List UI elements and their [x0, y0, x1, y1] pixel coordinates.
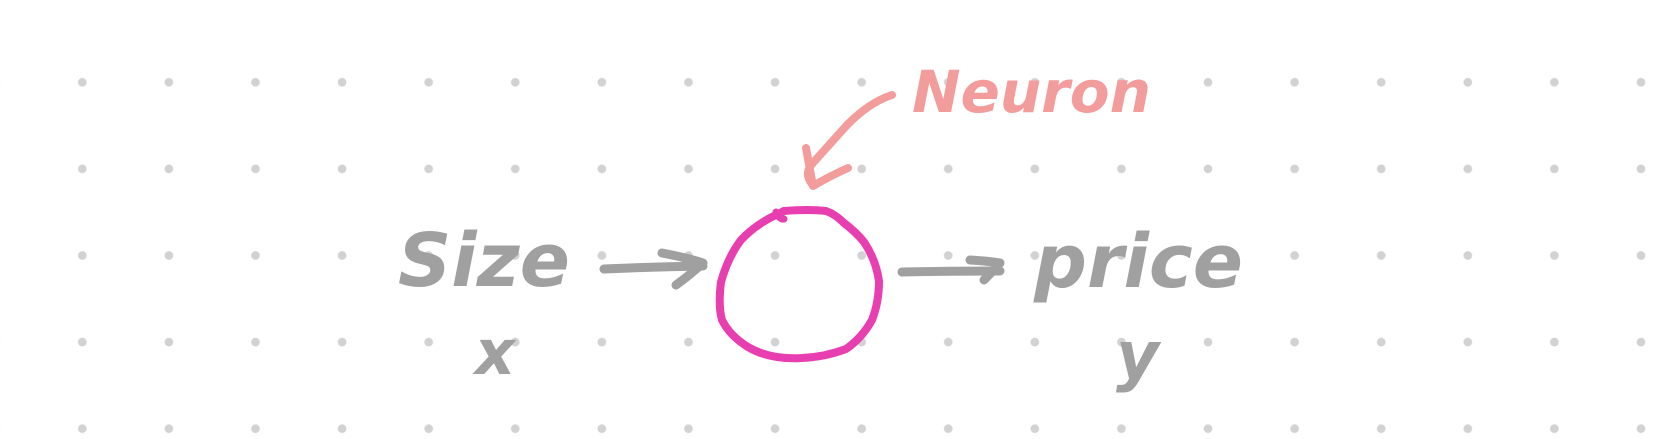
input-arrow-icon: [599, 248, 708, 290]
output-label: price: [1033, 219, 1243, 305]
input-symbol: x: [472, 316, 517, 389]
input-label: Size: [398, 218, 570, 304]
neuron-circle: [715, 206, 883, 363]
output-symbol: y: [1116, 317, 1162, 394]
output-arrow-icon: [897, 255, 1005, 285]
neuron-diagram: Size x price y Neuron: [398, 58, 1243, 394]
dot-grid-canvas: Size x price y Neuron: [0, 0, 1668, 439]
annotation-arrow-icon: [802, 91, 896, 190]
annotation-label: Neuron: [912, 58, 1151, 126]
